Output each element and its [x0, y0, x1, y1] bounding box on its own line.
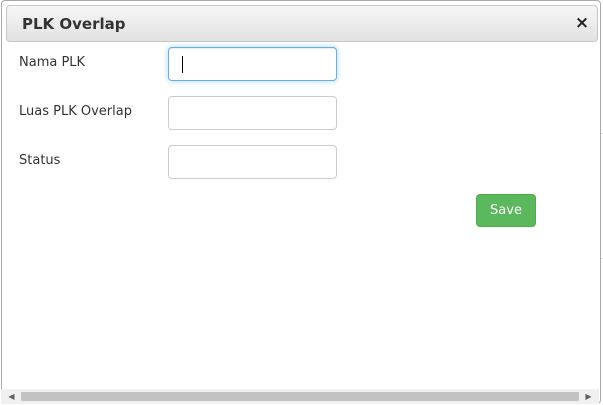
luas-plk-overlap-label: Luas PLK Overlap: [19, 104, 132, 119]
dialog-title: PLK Overlap: [22, 15, 126, 33]
text-cursor: [182, 56, 183, 73]
scroll-left-icon[interactable]: ◀: [4, 389, 19, 404]
horizontal-scrollbar[interactable]: ◀ ▶: [1, 389, 599, 404]
page: PLK Overlap × Nama PLK Luas PLK Overlap …: [0, 0, 603, 405]
nama-plk-input[interactable]: [168, 47, 337, 81]
status-input[interactable]: [168, 145, 337, 179]
nama-plk-label: Nama PLK: [19, 55, 86, 70]
save-button[interactable]: Save: [476, 194, 536, 227]
status-label: Status: [19, 153, 61, 168]
scroll-right-icon[interactable]: ▶: [581, 389, 596, 404]
scrollbar-thumb[interactable]: [21, 392, 579, 401]
luas-plk-overlap-input[interactable]: [168, 96, 337, 130]
form-row-nama-plk: Nama PLK: [2, 47, 600, 81]
form-row-luas-plk-overlap: Luas PLK Overlap: [2, 96, 600, 130]
close-icon[interactable]: ×: [574, 14, 590, 32]
form-row-status: Status: [2, 145, 600, 179]
plk-overlap-dialog: PLK Overlap × Nama PLK Luas PLK Overlap …: [1, 0, 601, 404]
dialog-header: PLK Overlap ×: [6, 5, 598, 42]
